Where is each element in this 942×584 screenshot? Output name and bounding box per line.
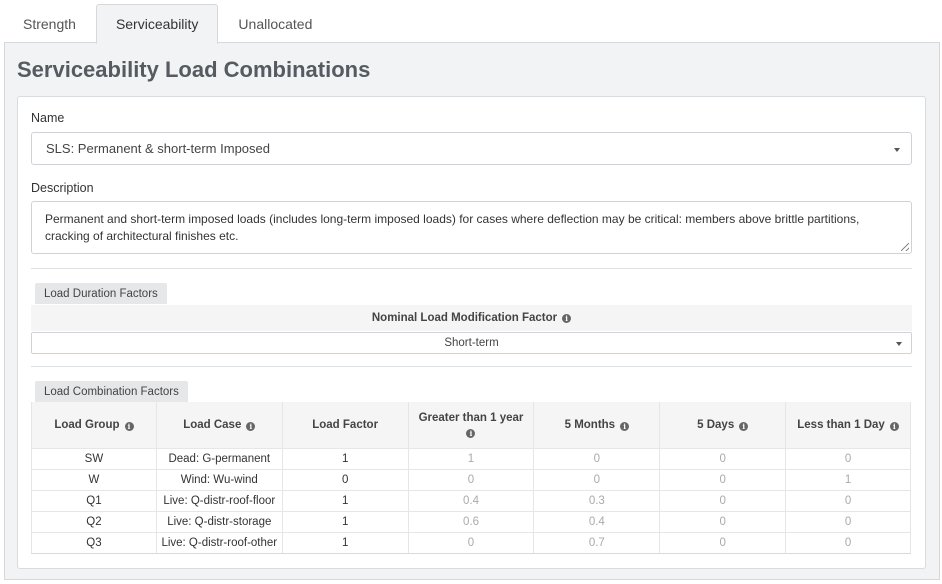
- column-header-5-days[interactable]: 5 Days i: [659, 402, 787, 449]
- page-title: Serviceability Load Combinations: [17, 57, 371, 82]
- column-header-load-group[interactable]: Load Group i: [31, 402, 157, 449]
- description-textarea[interactable]: Permanent and short-term imposed loads (…: [31, 201, 912, 254]
- name-label: Name: [31, 111, 65, 125]
- 5-days-cell: 0: [659, 489, 787, 512]
- load-factor-cell[interactable]: 1: [281, 447, 409, 470]
- less-than-1-day-cell: 0: [785, 489, 911, 512]
- load-group-cell: W: [31, 468, 157, 491]
- name-select-value: SLS: Permanent & short-term Imposed: [46, 141, 270, 156]
- column-header-5-months[interactable]: 5 Months i: [533, 402, 661, 449]
- load-case-cell: Dead: G-permanent: [155, 447, 283, 470]
- nominal-load-modification-factor-header: Nominal Load Modification Factor i: [31, 305, 912, 331]
- tab-bar: Strength Serviceability Unallocated: [4, 4, 940, 44]
- greater-than-1-year-cell: 1: [407, 447, 535, 470]
- divider: [31, 366, 912, 367]
- greater-than-1-year-cell: 0: [407, 531, 535, 554]
- 5-months-cell: 0.4: [533, 510, 661, 533]
- load-combination-factors-label: Load Combination Factors: [35, 381, 188, 402]
- column-header-greater-than-1-year[interactable]: Greater than 1 year i: [407, 402, 535, 449]
- load-factor-cell[interactable]: 1: [281, 510, 409, 533]
- info-icon[interactable]: i: [246, 421, 256, 431]
- less-than-1-day-cell: 0: [785, 510, 911, 533]
- load-group-cell: Q1: [31, 489, 157, 512]
- table-row: Q3 Live: Q-distr-roof-other 1 0 0.7 0 0: [31, 531, 911, 554]
- column-header-label: Load Group: [54, 418, 120, 431]
- 5-months-cell: 0: [533, 447, 661, 470]
- table-row: Q1 Live: Q-distr-roof-floor 1 0.4 0.3 0 …: [31, 489, 911, 512]
- info-icon[interactable]: i: [620, 421, 630, 431]
- table-row: W Wind: Wu-wind 0 0 0 0 1: [31, 468, 911, 491]
- column-header-label: 5 Days: [697, 418, 735, 431]
- caret-down-icon: [894, 148, 900, 152]
- greater-than-1-year-cell: 0.4: [407, 489, 535, 512]
- info-icon[interactable]: i: [562, 313, 572, 323]
- info-icon[interactable]: i: [739, 421, 749, 431]
- 5-months-cell: 0.3: [533, 489, 661, 512]
- less-than-1-day-cell: 1: [785, 468, 911, 491]
- 5-months-cell: 0.7: [533, 531, 661, 554]
- load-case-cell: Wind: Wu-wind: [155, 468, 283, 491]
- resize-grip-icon[interactable]: [901, 243, 909, 251]
- 5-days-cell: 0: [659, 531, 787, 554]
- load-combination-table: Load Group i Load Case i Load Factor Great…: [31, 402, 911, 554]
- load-factor-cell[interactable]: 1: [281, 489, 409, 512]
- table-header-row: Load Group i Load Case i Load Factor Great…: [31, 402, 911, 449]
- less-than-1-day-cell: 0: [785, 531, 911, 554]
- 5-days-cell: 0: [659, 510, 787, 533]
- load-case-cell: Live: Q-distr-roof-other: [155, 531, 283, 554]
- description-label: Description: [31, 181, 94, 195]
- load-group-cell: Q2: [31, 510, 157, 533]
- 5-days-cell: 0: [659, 468, 787, 491]
- divider: [31, 268, 912, 269]
- tab-serviceability[interactable]: Serviceability: [95, 4, 219, 44]
- info-icon[interactable]: i: [466, 428, 476, 438]
- column-header-load-factor[interactable]: Load Factor: [281, 402, 409, 449]
- less-than-1-day-cell: 0: [785, 447, 911, 470]
- load-case-cell: Live: Q-distr-roof-floor: [155, 489, 283, 512]
- column-header-label: Greater than 1 year: [418, 411, 524, 424]
- info-icon[interactable]: i: [124, 421, 134, 431]
- greater-than-1-year-cell: 0.6: [407, 510, 535, 533]
- column-header-load-case[interactable]: Load Case i: [155, 402, 283, 449]
- column-header-label: 5 Months: [564, 418, 616, 431]
- nominal-load-modification-factor-label: Nominal Load Modification Factor: [371, 312, 558, 324]
- greater-than-1-year-cell: 0: [407, 468, 535, 491]
- load-modification-factor-select[interactable]: Short-term: [31, 332, 912, 354]
- table-row: Q2 Live: Q-distr-storage 1 0.6 0.4 0 0: [31, 510, 911, 533]
- name-select[interactable]: SLS: Permanent & short-term Imposed: [31, 132, 912, 165]
- caret-down-icon: [896, 342, 902, 346]
- load-case-cell: Live: Q-distr-storage: [155, 510, 283, 533]
- 5-months-cell: 0: [533, 468, 661, 491]
- 5-days-cell: 0: [659, 447, 787, 470]
- column-header-label: Load Factor: [312, 418, 379, 431]
- column-header-label: Less than 1 Day: [797, 418, 885, 431]
- description-text: Permanent and short-term imposed loads (…: [45, 212, 860, 243]
- table-row: SW Dead: G-permanent 1 1 0 0 0: [31, 447, 911, 470]
- column-header-label: Load Case: [183, 418, 242, 431]
- load-combination-card: Name SLS: Permanent & short-term Imposed…: [17, 96, 926, 569]
- info-icon[interactable]: i: [889, 421, 899, 431]
- load-factor-cell[interactable]: 1: [281, 531, 409, 554]
- load-group-cell: Q3: [31, 531, 157, 554]
- tab-unallocated[interactable]: Unallocated: [218, 4, 332, 43]
- load-factor-cell[interactable]: 0: [281, 468, 409, 491]
- load-group-cell: SW: [31, 447, 157, 470]
- load-modification-factor-value: Short-term: [444, 337, 499, 349]
- serviceability-panel: Serviceability Load Combinations Name SL…: [4, 42, 940, 580]
- load-duration-factors-label: Load Duration Factors: [35, 283, 167, 304]
- column-header-less-than-1-day[interactable]: Less than 1 Day i: [785, 402, 911, 449]
- tab-strength[interactable]: Strength: [4, 4, 96, 43]
